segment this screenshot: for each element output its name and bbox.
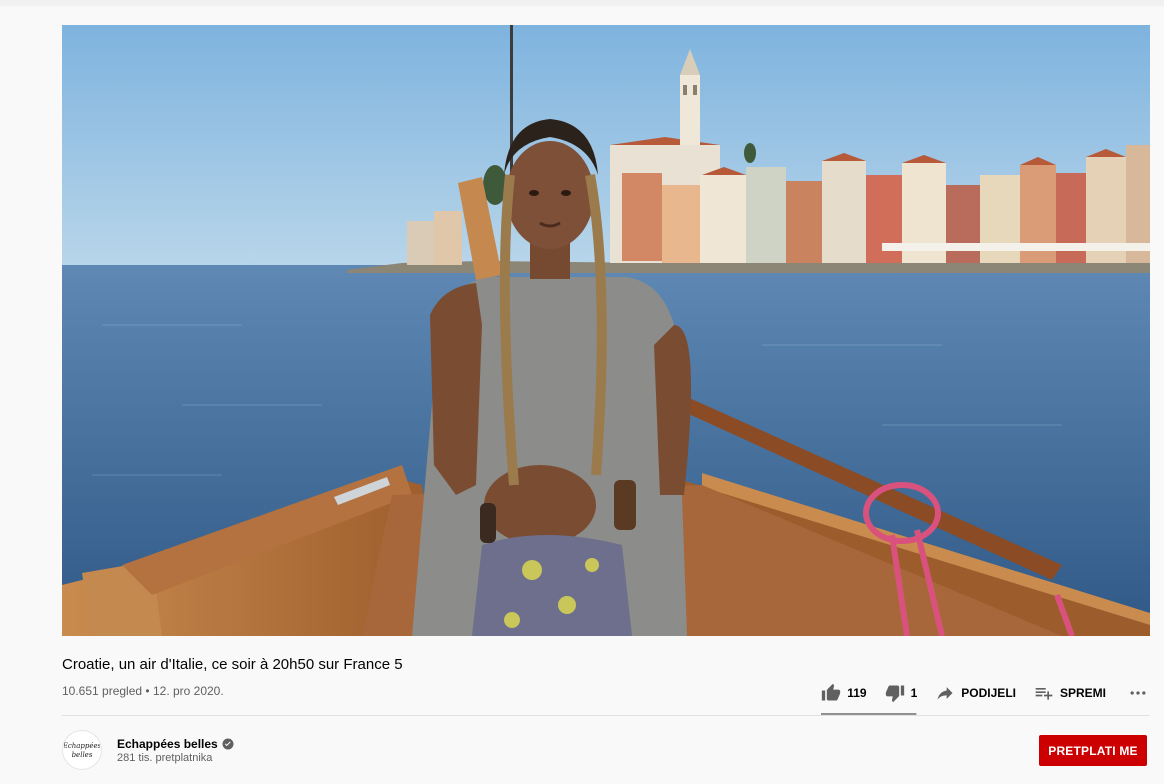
svg-text:belles: belles <box>72 751 93 759</box>
share-arrow-icon <box>935 683 955 703</box>
svg-text:Echappées: Echappées <box>64 742 100 750</box>
video-title: Croatie, un air d'Italie, ce soir à 20h5… <box>62 656 403 673</box>
meta-separator: • <box>145 684 150 698</box>
top-strip <box>0 0 1164 6</box>
video-frame <box>62 25 1150 636</box>
verified-check-icon <box>222 738 234 750</box>
share-button[interactable]: PODIJELI <box>935 683 1016 703</box>
channel-name[interactable]: Echappées belles <box>117 737 234 751</box>
share-label: PODIJELI <box>961 686 1016 700</box>
video-player[interactable] <box>62 25 1150 636</box>
dislike-count: 1 <box>910 686 918 700</box>
subscriber-count: 281 tis. pretplatnika <box>117 752 213 764</box>
like-count: 119 <box>847 686 867 700</box>
channel-name-text: Echappées belles <box>117 737 218 751</box>
more-horizontal-icon <box>1128 683 1148 703</box>
view-count: 10.651 pregled <box>62 684 143 698</box>
like-dislike-group: 119 1 <box>821 681 918 715</box>
thumbs-up-icon <box>821 683 841 703</box>
channel-avatar[interactable]: Echappées belles <box>62 730 102 770</box>
dislike-button[interactable]: 1 <box>885 683 918 703</box>
video-meta: 10.651 pregled • 12. pro 2020. <box>62 684 224 698</box>
channel-logo: Echappées belles <box>64 742 100 759</box>
subscribe-button[interactable]: PRETPLATI ME <box>1039 735 1147 766</box>
video-actions: 119 1 PODIJELI SPREMI <box>821 681 1148 715</box>
save-label: SPREMI <box>1059 686 1106 700</box>
save-button[interactable]: SPREMI <box>1034 683 1106 703</box>
thumbs-down-icon <box>885 683 905 703</box>
upload-date: 12. pro 2020. <box>152 684 224 698</box>
playlist-add-icon <box>1034 683 1054 703</box>
like-button[interactable]: 119 <box>821 683 867 703</box>
more-actions-button[interactable] <box>1128 683 1148 703</box>
divider <box>62 715 1150 716</box>
watch-page: Croatie, un air d'Italie, ce soir à 20h5… <box>0 0 1164 784</box>
